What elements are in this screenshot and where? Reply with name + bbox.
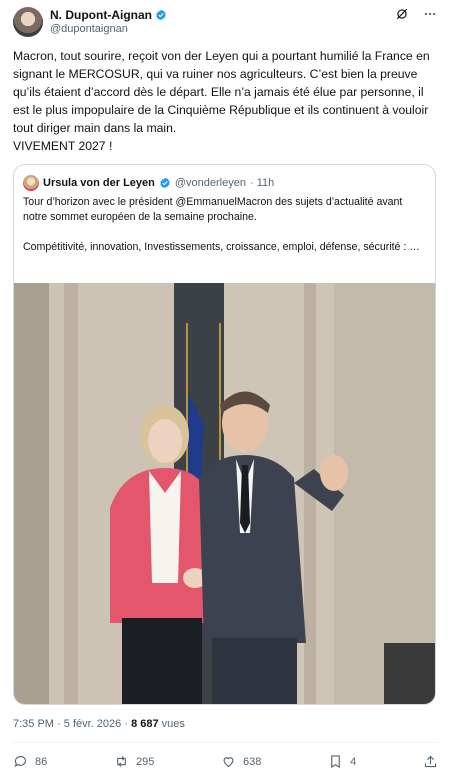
quote-paragraph: Compétitivité, innovation, Investissemen… — [23, 241, 420, 253]
author-avatar[interactable] — [13, 7, 43, 37]
reply-icon — [14, 756, 27, 767]
quote-avatar — [23, 175, 39, 191]
tweet-meta: 7:35 PM · 5 févr. 2026 · 8 687 vues — [13, 718, 185, 730]
tweet-paragraph: Macron, tout sourire, reçoit von der Ley… — [13, 49, 430, 135]
author-name[interactable]: N. Dupont-Aignan — [50, 8, 152, 22]
repost-icon — [117, 756, 126, 767]
quote-text: Tour d’horizon avec le président @Emmanu… — [23, 195, 428, 255]
quote-author-handle: @vonderleyen — [174, 177, 246, 189]
more-icon[interactable] — [423, 7, 437, 21]
reply-button[interactable]: 86 — [13, 754, 47, 769]
photo-illustration — [14, 283, 435, 704]
quote-header: Ursula von der Leyen @vonderleyen · 11h — [23, 175, 274, 191]
like-button[interactable]: 638 — [221, 754, 261, 769]
like-count: 638 — [243, 755, 262, 768]
reply-count: 86 — [35, 755, 48, 768]
header-actions — [395, 7, 437, 21]
tweet: N. Dupont-Aignan @dupontaignan Macron, t… — [0, 0, 451, 780]
bookmark-count: 4 — [350, 755, 357, 768]
tweet-text: Macron, tout sourire, reçoit von der Ley… — [13, 47, 438, 155]
share-icon — [424, 755, 437, 768]
quote-time: · 11h — [249, 177, 275, 189]
repost-count: 295 — [135, 755, 155, 768]
quoted-tweet[interactable]: Ursula von der Leyen @vonderleyen · 11h … — [13, 164, 436, 705]
meta-separator: · — [124, 718, 128, 730]
repost-button[interactable]: 295 — [114, 754, 154, 769]
tweet-date[interactable]: 5 févr. 2026 — [64, 718, 122, 730]
grok-icon[interactable] — [395, 7, 409, 21]
verified-badge-icon — [156, 9, 166, 21]
action-bar: 86 295 638 4 — [13, 754, 438, 769]
verified-badge-icon — [160, 177, 170, 189]
tweet-paragraph: VIVEMENT 2027 ! — [13, 139, 113, 153]
meta-separator: · — [57, 718, 61, 730]
author-name-line: N. Dupont-Aignan — [50, 8, 167, 22]
divider — [13, 742, 438, 743]
views-label: vues — [161, 718, 185, 730]
view-count: 8 687 — [131, 718, 159, 730]
share-button[interactable] — [423, 754, 438, 769]
quote-photo[interactable] — [14, 283, 435, 704]
quote-author-name: Ursula von der Leyen — [43, 177, 155, 189]
like-icon — [223, 757, 234, 768]
bookmark-icon — [331, 755, 340, 769]
bookmark-button[interactable]: 4 — [328, 754, 356, 769]
author-handle[interactable]: @dupontaignan — [50, 23, 128, 35]
tweet-time[interactable]: 7:35 PM — [13, 718, 54, 730]
quote-paragraph: Tour d’horizon avec le président @Emmanu… — [23, 196, 403, 223]
